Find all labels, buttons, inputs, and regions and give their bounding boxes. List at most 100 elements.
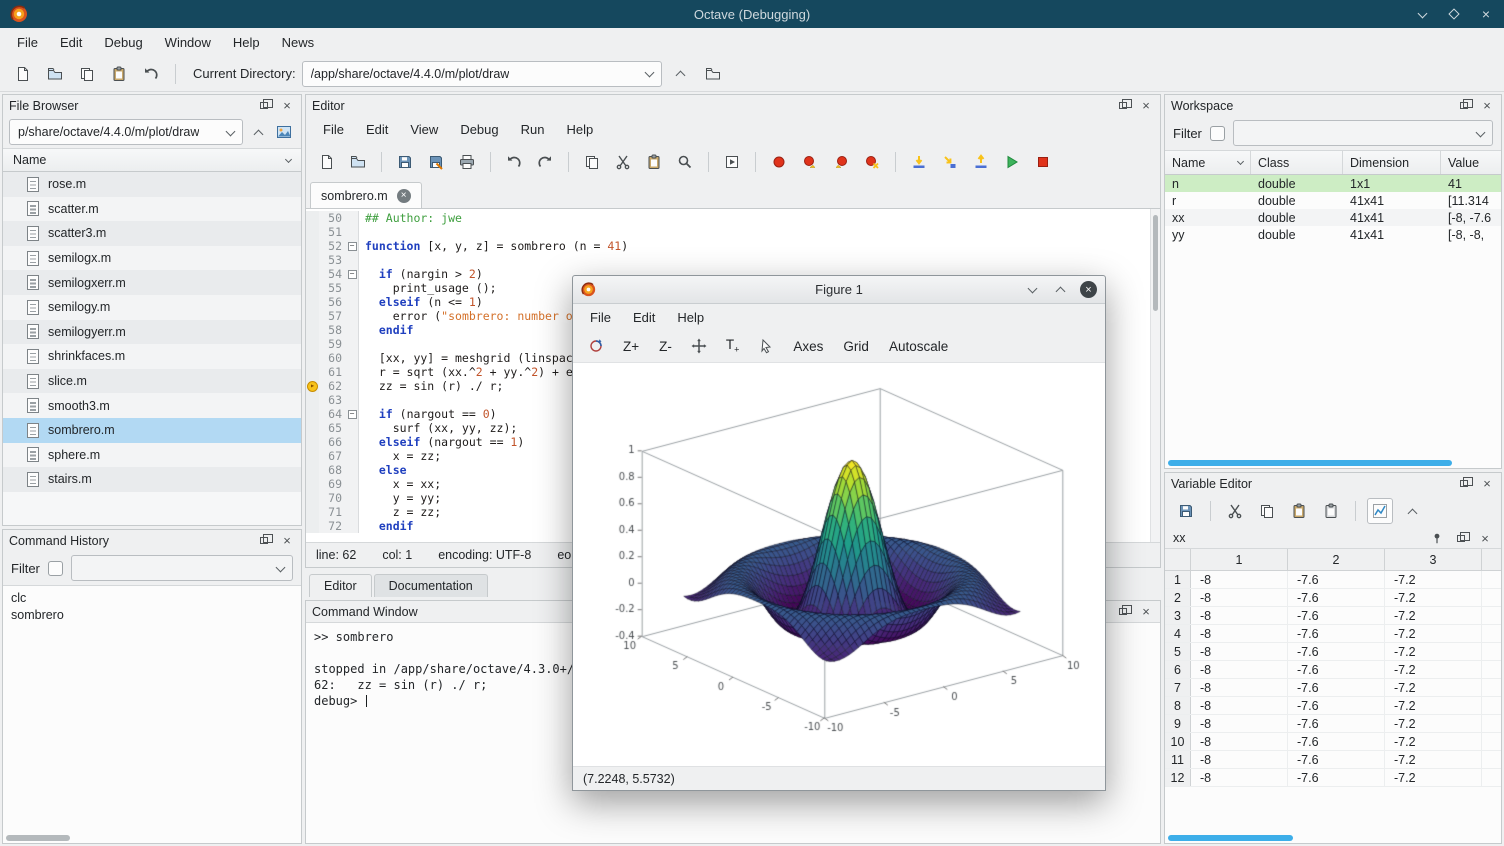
pin-icon[interactable]: [1429, 530, 1445, 546]
variable-cell[interactable]: -7.2: [1385, 715, 1482, 732]
file-row[interactable]: semilogxerr.m: [3, 270, 301, 295]
undock-icon[interactable]: [1453, 530, 1469, 546]
stop-debug-button[interactable]: [1030, 149, 1056, 175]
variable-cell[interactable]: -7.6: [1288, 769, 1385, 786]
save-button[interactable]: [1173, 498, 1199, 524]
close-button[interactable]: ×: [1478, 6, 1494, 22]
tab-editor[interactable]: Editor: [309, 574, 372, 597]
fold-icon[interactable]: −: [348, 410, 357, 419]
grid-button[interactable]: Grid: [837, 336, 875, 357]
variable-cell[interactable]: -7.6: [1288, 571, 1385, 588]
menu-file[interactable]: File: [314, 119, 353, 140]
editor-vscrollbar[interactable]: [1150, 209, 1160, 542]
variable-cell[interactable]: -7.2: [1385, 679, 1482, 696]
history-item[interactable]: sombrero: [3, 606, 301, 623]
variable-row[interactable]: 12-8-7.6-7.2: [1165, 769, 1501, 787]
run-file-button[interactable]: [719, 149, 745, 175]
variable-cell[interactable]: -7.6: [1288, 661, 1385, 678]
current-directory-combo[interactable]: /app/share/octave/4.4.0/m/plot/draw: [302, 61, 662, 87]
menu-help[interactable]: Help: [224, 32, 269, 53]
save-as-button[interactable]: [423, 149, 449, 175]
remove-breakpoints-button[interactable]: [859, 149, 885, 175]
save-button[interactable]: [392, 149, 418, 175]
file-browser-up-button[interactable]: [247, 121, 269, 143]
find-button[interactable]: [672, 149, 698, 175]
variable-cell[interactable]: -7.2: [1385, 625, 1482, 642]
variable-cell[interactable]: -7.2: [1385, 769, 1482, 786]
file-row[interactable]: sombrero.m: [3, 418, 301, 443]
menu-file[interactable]: File: [8, 32, 47, 53]
editor-tab-sombrero[interactable]: sombrero.m ×: [310, 182, 422, 208]
variable-cell[interactable]: -7.2: [1385, 589, 1482, 606]
print-button[interactable]: [454, 149, 480, 175]
redo-button[interactable]: [532, 149, 558, 175]
cut-button[interactable]: [1222, 498, 1248, 524]
file-row[interactable]: scatter.m: [3, 197, 301, 222]
variable-row[interactable]: 10-8-7.6-7.2: [1165, 733, 1501, 751]
variable-cell[interactable]: -7.6: [1288, 643, 1385, 660]
autoscale-button[interactable]: Autoscale: [883, 336, 954, 357]
file-row[interactable]: scatter3.m: [3, 221, 301, 246]
history-item[interactable]: clc: [3, 589, 301, 606]
step-button[interactable]: [906, 149, 932, 175]
workspace-filter-checkbox[interactable]: [1210, 126, 1225, 141]
paste-alt-button[interactable]: [1318, 498, 1344, 524]
previous-breakpoint-button[interactable]: [828, 149, 854, 175]
undock-icon[interactable]: [1115, 604, 1131, 620]
workspace-hscrollbar[interactable]: [1165, 457, 1501, 468]
menu-debug[interactable]: Debug: [451, 119, 507, 140]
workspace-row[interactable]: rdouble41x41[11.314: [1165, 192, 1501, 209]
variable-cell[interactable]: -7.2: [1385, 607, 1482, 624]
fold-icon[interactable]: −: [348, 270, 357, 279]
undo-button[interactable]: [501, 149, 527, 175]
variable-row[interactable]: 1-8-7.6-7.2: [1165, 571, 1501, 589]
tab-close-icon[interactable]: ×: [397, 189, 411, 203]
go-up-button[interactable]: [1399, 498, 1425, 524]
file-row[interactable]: slice.m: [3, 369, 301, 394]
variable-cell[interactable]: -8: [1191, 571, 1288, 588]
file-row[interactable]: semilogyerr.m: [3, 320, 301, 345]
variable-cell[interactable]: -8: [1191, 625, 1288, 642]
variable-cell[interactable]: -7.6: [1288, 625, 1385, 642]
tab-documentation[interactable]: Documentation: [374, 574, 488, 597]
variable-cell[interactable]: -8: [1191, 769, 1288, 786]
workspace-column-name[interactable]: Name: [1165, 151, 1251, 174]
file-row[interactable]: semilogy.m: [3, 295, 301, 320]
variable-cell[interactable]: -7.2: [1385, 733, 1482, 750]
variable-row[interactable]: 3-8-7.6-7.2: [1165, 607, 1501, 625]
file-row[interactable]: stairs.m: [3, 467, 301, 492]
variable-cell[interactable]: -8: [1191, 589, 1288, 606]
variable-cell[interactable]: -7.2: [1385, 751, 1482, 768]
figure-maximize-button[interactable]: [1052, 282, 1068, 298]
zoom-out-button[interactable]: Z-: [653, 336, 678, 357]
file-browser-actions-icon[interactable]: [273, 121, 295, 143]
variable-cell[interactable]: -8: [1191, 751, 1288, 768]
copy-button[interactable]: [74, 61, 100, 87]
file-browser-path-combo[interactable]: p/share/octave/4.4.0/m/plot/draw: [9, 119, 243, 145]
pan-tool-button[interactable]: [686, 333, 712, 359]
plot-variable-button[interactable]: [1367, 498, 1393, 524]
variable-cell[interactable]: -7.6: [1288, 607, 1385, 624]
variable-cell[interactable]: -8: [1191, 697, 1288, 714]
workspace-column-class[interactable]: Class: [1251, 151, 1343, 174]
file-row[interactable]: rose.m: [3, 172, 301, 197]
variable-cell[interactable]: -7.6: [1288, 715, 1385, 732]
variable-cell[interactable]: -8: [1191, 679, 1288, 696]
step-out-button[interactable]: [968, 149, 994, 175]
close-panel-icon[interactable]: ×: [1479, 476, 1495, 492]
paste-button[interactable]: [106, 61, 132, 87]
menu-run[interactable]: Run: [512, 119, 554, 140]
variable-cell[interactable]: -7.6: [1288, 697, 1385, 714]
new-file-button[interactable]: [314, 149, 340, 175]
file-row[interactable]: semilogx.m: [3, 246, 301, 271]
copy-button[interactable]: [1254, 498, 1280, 524]
copy-button[interactable]: [579, 149, 605, 175]
open-file-button[interactable]: [345, 149, 371, 175]
menu-view[interactable]: View: [401, 119, 447, 140]
variable-cell[interactable]: -8: [1191, 607, 1288, 624]
close-variable-icon[interactable]: ×: [1477, 530, 1493, 546]
workspace-row[interactable]: ndouble1x141: [1165, 175, 1501, 192]
history-filter-checkbox[interactable]: [48, 561, 63, 576]
variable-row[interactable]: 2-8-7.6-7.2: [1165, 589, 1501, 607]
maximize-button[interactable]: [1446, 6, 1462, 22]
